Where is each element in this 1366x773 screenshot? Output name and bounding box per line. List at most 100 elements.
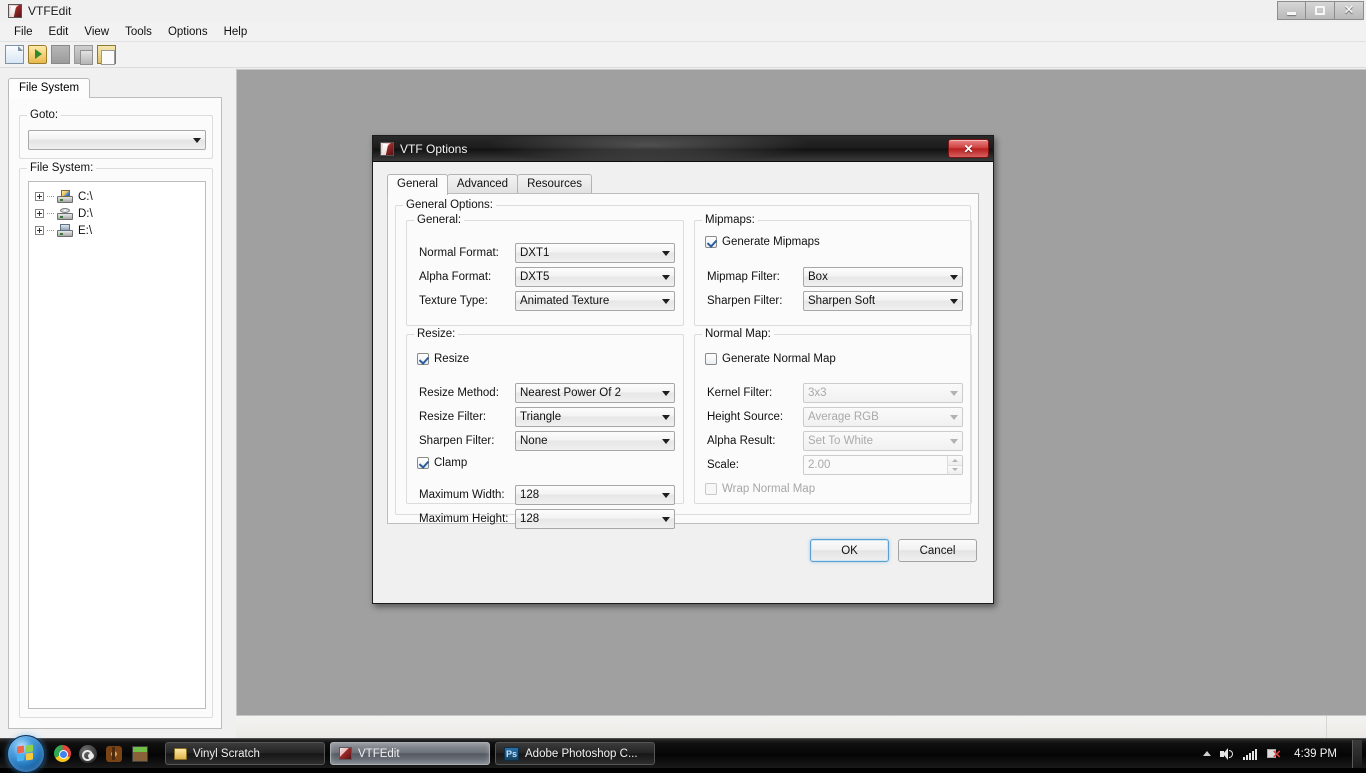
chrome-icon[interactable] [49,739,75,769]
tab-resources[interactable]: Resources [517,174,593,194]
copy-icon[interactable] [74,45,93,65]
filesystem-tree[interactable]: C:\ D:\ E:\ [28,181,206,709]
tree-node-label: C:\ [78,190,93,203]
chevron-down-icon[interactable] [657,274,674,280]
menu-tools[interactable]: Tools [117,24,160,40]
menubar[interactable]: File Edit View Tools Options Help [0,22,1366,42]
resize-method-combobox[interactable]: Nearest Power Of 2 [515,383,675,403]
dialog-title: VTF Options [400,141,468,156]
general-tab-panel: General Options: General: Normal Format:… [387,193,979,529]
network-signal-icon[interactable] [1243,748,1258,760]
mipmap-sharpen-filter-value: Sharpen Soft [808,295,876,307]
tab-advanced[interactable]: Advanced [446,174,519,194]
mipmap-filter-combobox[interactable]: Box [803,267,963,287]
alpha-format-combobox[interactable]: DXT5 [515,267,675,287]
resize-filter-combobox[interactable]: Triangle [515,407,675,427]
normal-format-combobox[interactable]: DXT1 [515,243,675,263]
chevron-down-icon[interactable] [657,516,674,522]
taskbar-button-photoshop[interactable]: Ps Adobe Photoshop C... [495,742,655,765]
left-tabstrip[interactable]: File System [8,78,91,98]
minimize-button[interactable] [1277,1,1306,20]
scale-spinner[interactable]: 2.00 [803,455,963,475]
chevron-down-icon[interactable] [945,390,962,396]
chevron-down-icon[interactable] [657,492,674,498]
expand-icon[interactable] [35,192,44,201]
tree-node-label: E:\ [78,224,93,237]
clamp-checkbox[interactable]: Clamp [417,457,467,469]
save-file-icon[interactable] [51,45,70,64]
dialog-tabstrip[interactable]: General Advanced Resources [387,174,593,195]
normal-format-value: DXT1 [520,247,550,259]
start-orb-icon[interactable] [3,734,49,773]
menu-file[interactable]: File [6,24,41,40]
open-file-icon[interactable] [28,45,47,64]
cancel-button[interactable]: Cancel [898,539,977,562]
volume-icon[interactable] [1220,747,1234,760]
goto-combobox[interactable] [28,130,206,150]
chevron-down-icon[interactable] [657,414,674,420]
chevron-down-icon[interactable] [188,137,205,143]
generate-mipmaps-checkbox[interactable]: Generate Mipmaps [705,236,820,248]
resize-checkbox[interactable]: Resize [417,353,469,365]
window-controls[interactable]: ✕ [1277,1,1364,20]
wrap-normal-map-checkbox[interactable]: Wrap Normal Map [705,483,815,495]
app-titlebar[interactable]: VTFEdit ✕ [0,0,1366,22]
mipmap-sharpen-filter-combobox[interactable]: Sharpen Soft [803,291,963,311]
texture-type-combobox[interactable]: Animated Texture [515,291,675,311]
menu-view[interactable]: View [76,24,117,40]
kernel-filter-combobox[interactable]: 3x3 [803,383,963,403]
menu-edit[interactable]: Edit [41,24,77,40]
dialog-close-button[interactable]: ✕ [948,139,989,158]
steam-icon[interactable] [75,739,101,769]
chevron-down-icon[interactable] [945,298,962,304]
mipmap-filter-value: Box [808,271,828,283]
statusbar [236,715,1366,739]
chevron-down-icon[interactable] [945,274,962,280]
taskbar-button-vinyl-scratch[interactable]: Vinyl Scratch [165,742,325,765]
filesystem-groupbox: File System: C:\ D:\ E:\ [19,162,213,718]
resize-sharpen-filter-combobox[interactable]: None [515,431,675,451]
alpha-result-combobox[interactable]: Set To White [803,431,963,451]
chevron-down-icon[interactable] [945,414,962,420]
chevron-down-icon[interactable] [657,390,674,396]
general-options-groupbox: General Options: General: Normal Format:… [395,199,972,529]
resize-sharpen-filter-label: Sharpen Filter: [419,435,495,447]
chevron-up-icon[interactable] [1203,751,1212,756]
height-source-combobox[interactable]: Average RGB [803,407,963,427]
menu-help[interactable]: Help [216,24,256,40]
taskbar-button-label: Adobe Photoshop C... [525,747,638,760]
oblivion-icon[interactable] [101,739,127,769]
tree-node-e[interactable]: E:\ [33,222,201,239]
paste-icon[interactable] [97,45,116,65]
tab-general[interactable]: General [387,174,448,195]
tree-node-c[interactable]: C:\ [33,188,201,205]
new-file-icon[interactable] [5,45,24,64]
toolbar[interactable] [0,42,1366,68]
menu-options[interactable]: Options [160,24,216,40]
expand-icon[interactable] [35,209,44,218]
close-button[interactable]: ✕ [1335,1,1364,20]
spinner-up-icon[interactable] [948,456,962,466]
chevron-down-icon[interactable] [657,250,674,256]
maximize-button[interactable] [1306,1,1335,20]
maximum-width-combobox[interactable]: 128 [515,485,675,505]
power-plug-icon[interactable]: ✕ [1266,747,1281,761]
chevron-down-icon[interactable] [945,438,962,444]
chevron-down-icon[interactable] [657,438,674,444]
taskbar-button-vtfedit[interactable]: VTFEdit [330,742,490,765]
show-desktop-button[interactable] [1352,739,1362,768]
tree-node-d[interactable]: D:\ [33,205,201,222]
checkbox-icon [705,353,717,365]
close-icon: ✕ [1343,3,1355,18]
spinner-down-icon[interactable] [948,465,962,474]
chevron-down-icon[interactable] [657,298,674,304]
expand-icon[interactable] [35,226,44,235]
tab-file-system[interactable]: File System [8,78,91,98]
clock[interactable]: 4:39 PM [1290,748,1341,760]
ok-button[interactable]: OK [810,539,889,562]
goto-groupbox: Goto: [19,109,213,159]
dialog-titlebar[interactable]: VTF Options ✕ [373,136,993,162]
maximum-height-combobox[interactable]: 128 [515,509,675,529]
minecraft-icon[interactable] [127,739,153,769]
generate-normal-map-checkbox[interactable]: Generate Normal Map [705,353,836,365]
